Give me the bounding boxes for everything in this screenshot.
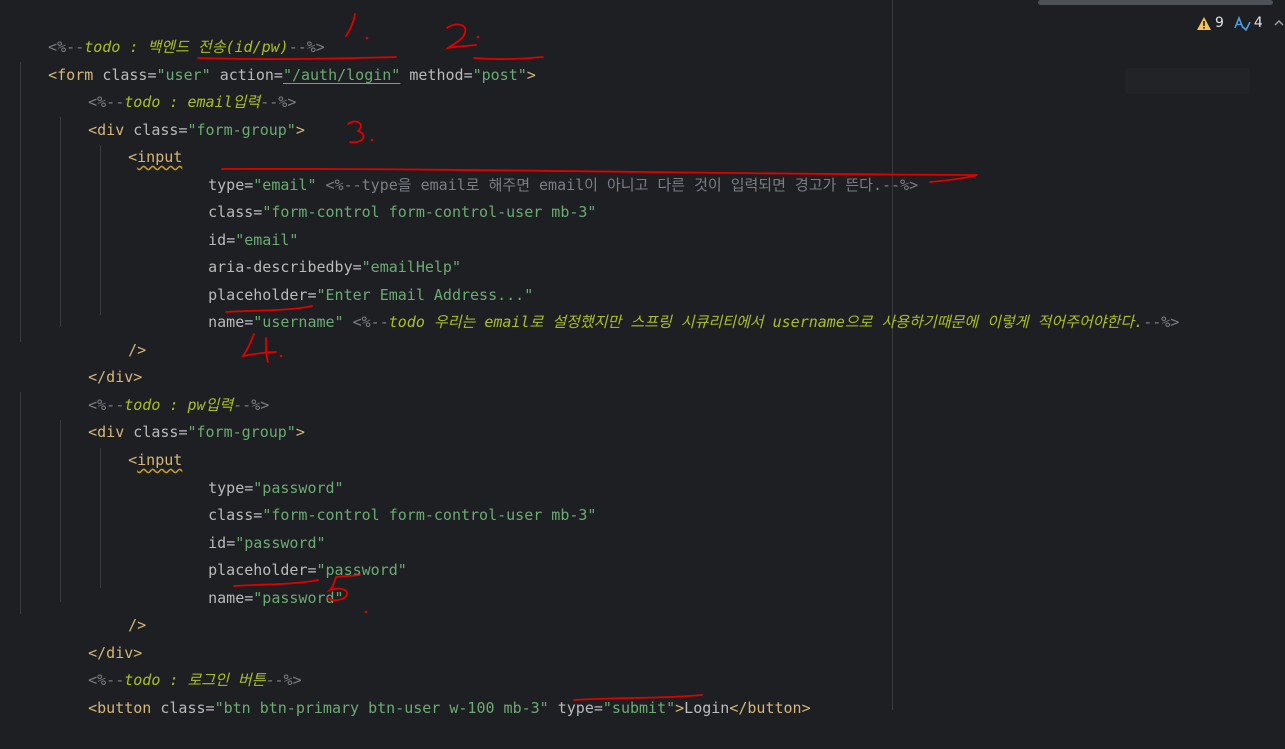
attribute-name: name — [208, 313, 245, 331]
attribute-value: "submit" — [602, 699, 676, 717]
code-line[interactable]: name="password" — [172, 558, 343, 607]
tag-name: </button> — [729, 699, 811, 717]
inspection-widget[interactable]: 9 4 — [1196, 12, 1285, 34]
scrollbar-thumb[interactable] — [1038, 0, 1273, 5]
code-line[interactable]: <%--todo : pw입력--%> — [52, 365, 269, 414]
attribute-name: type — [557, 699, 594, 717]
warning-icon — [1197, 16, 1211, 30]
warning-indicator[interactable]: 9 — [1196, 15, 1224, 31]
code-editor[interactable]: 9 4 <%--todo : 백엔드 전송(id/pw)--%> <form c… — [0, 0, 1285, 717]
floating-toolbar — [1125, 68, 1250, 94]
code-line[interactable]: type="email" <%--type을 email로 해주면 email이… — [172, 145, 918, 194]
equals-sign: = — [463, 66, 473, 84]
weak-warning-count: 4 — [1253, 15, 1263, 31]
code-line[interactable]: <%--todo : 백엔드 전송(id/pw)--%> — [12, 7, 325, 56]
code-line[interactable]: type="password" — [172, 448, 343, 497]
attribute-name: name — [208, 589, 245, 607]
code-line[interactable]: <%--todo : email입력--%> — [52, 62, 296, 111]
code-line[interactable]: /> — [92, 310, 146, 359]
equals-sign: = — [593, 699, 603, 717]
annotation-mark-4 — [240, 333, 277, 363]
button-text: Login — [684, 699, 730, 717]
code-line[interactable]: aria-describedby="emailHelp" — [172, 227, 461, 276]
attribute-value: "form-group" — [187, 121, 296, 139]
comment-open: <%-- — [352, 313, 389, 331]
annotation-mark-1 — [345, 13, 356, 37]
annotation-dot — [279, 354, 283, 358]
code-line[interactable]: id="password" — [172, 503, 325, 552]
annotation-mark-3 — [347, 120, 365, 144]
attribute-name: method — [409, 66, 464, 84]
tag-bracket: > — [675, 699, 685, 717]
equals-sign: = — [205, 699, 215, 717]
code-line[interactable]: class="form-control form-control-user mb… — [172, 172, 596, 221]
code-line[interactable]: placeholder="Enter Email Address..." — [172, 255, 533, 304]
horizontal-scrollbar[interactable] — [0, 0, 1285, 6]
annotation-dot — [370, 138, 374, 142]
attribute-value[interactable]: "/auth/login" — [283, 66, 400, 84]
code-line[interactable]: placeholder="password" — [172, 530, 407, 579]
tag-bracket: < — [128, 148, 138, 166]
attribute-value: "password" — [253, 589, 344, 607]
tag-bracket: > — [526, 66, 536, 84]
tag-bracket: > — [295, 121, 305, 139]
code-line[interactable]: <input — [92, 117, 182, 166]
indent-guide — [20, 392, 21, 614]
code-line[interactable]: id="email" — [172, 200, 298, 249]
equals-sign: = — [244, 313, 254, 331]
chevron-up-icon[interactable] — [1273, 17, 1285, 29]
tag-name: <button — [88, 699, 152, 717]
attribute-name: class — [160, 699, 206, 717]
code-line[interactable]: <div class="form-group"> — [52, 392, 305, 441]
weak-warning-icon — [1234, 15, 1251, 31]
code-line[interactable]: </div> — [52, 613, 142, 662]
code-line[interactable]: <button class="btn btn-primary btn-user … — [52, 668, 810, 717]
tag-bracket: < — [128, 451, 138, 469]
code-line[interactable]: /> — [92, 585, 146, 634]
weak-warning-indicator[interactable]: 4 — [1234, 15, 1263, 31]
right-margin-guide — [892, 0, 893, 710]
todo-comment: todo 우리는 email로 설정했지만 스프링 시큐리티에서 usernam… — [388, 313, 1144, 331]
attribute-value: "form-group" — [187, 423, 296, 441]
code-line[interactable]: </div> — [52, 337, 142, 386]
warning-count: 9 — [1215, 15, 1224, 31]
comment-close: --%> — [1143, 313, 1180, 331]
attribute-value: "btn btn-primary btn-user w-100 mb-3" — [214, 699, 549, 717]
tag-bracket: > — [295, 423, 305, 441]
code-line[interactable]: <%--todo : 로그인 버튼--%> — [52, 640, 302, 689]
annotation-dot — [364, 610, 368, 614]
equals-sign: = — [244, 589, 254, 607]
attribute-value: "form-control form-control-user mb-3" — [262, 203, 597, 221]
code-line[interactable]: <div class="form-group"> — [52, 90, 305, 139]
code-line[interactable]: name="username" <%--todo 우리는 email로 설정했지… — [172, 282, 1179, 331]
code-line[interactable]: <form class="user" action="/auth/login" … — [12, 35, 536, 84]
attribute-value: "username" — [253, 313, 344, 331]
attribute-value: "post" — [472, 66, 527, 84]
code-line[interactable]: class="form-control form-control-user mb… — [172, 475, 596, 524]
code-line[interactable]: <input — [92, 420, 182, 469]
